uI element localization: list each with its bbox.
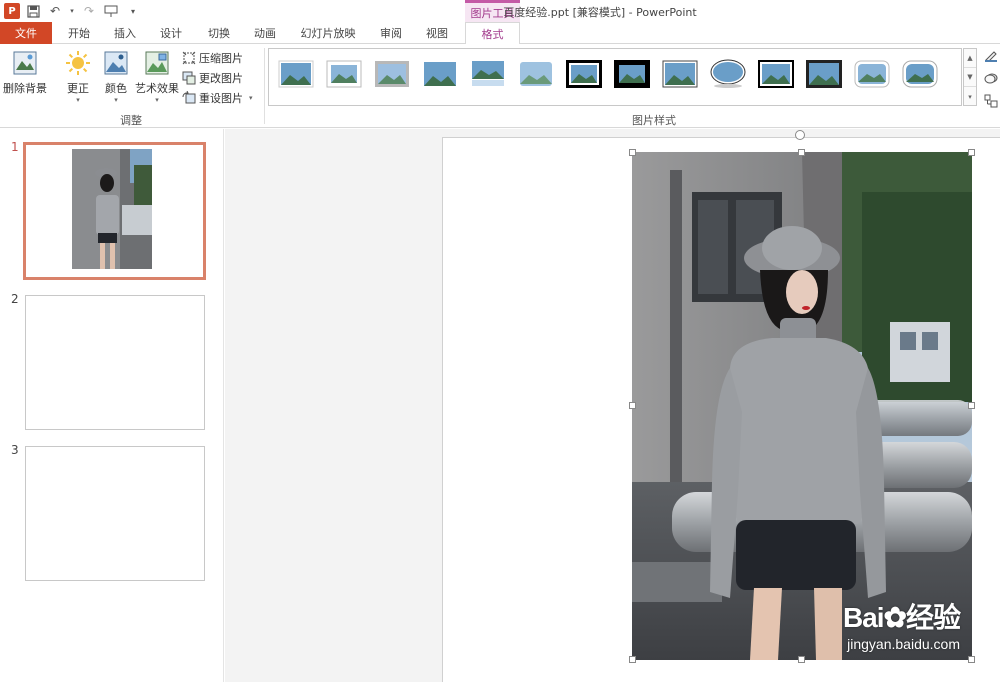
rotate-handle[interactable] — [795, 130, 805, 140]
slide-1-picture-thumbnail — [72, 149, 152, 269]
picture-border-tools — [982, 48, 1000, 111]
picture-style-soft-rounded[interactable] — [901, 59, 939, 89]
slide-number: 1 — [11, 140, 19, 154]
picture-style-soft-edge[interactable] — [517, 59, 555, 89]
slides-thumbnail-panel: 1 2 3 — [0, 129, 224, 682]
picture-style-thick-matte-black[interactable] — [613, 59, 651, 89]
picture-style-reflected[interactable] — [469, 59, 507, 89]
artistic-effects-icon — [142, 48, 172, 78]
picture-effects-icon[interactable] — [984, 71, 998, 88]
powerpoint-window: P ↶ ▾ ↷ ▾ 图片工具 百度经验.ppt [兼容模式] - PowerPo… — [0, 0, 1000, 682]
change-picture-icon — [182, 71, 196, 85]
tab-view[interactable]: 视图 — [418, 22, 456, 44]
resize-handle-bottom[interactable] — [798, 656, 805, 663]
paw-icon: ✿ — [883, 602, 907, 633]
picture-style-black-frame[interactable] — [757, 59, 795, 89]
compress-pictures-button[interactable]: 压缩图片 — [182, 49, 243, 67]
picture-styles-group-label: 图片样式 — [632, 114, 676, 127]
gallery-scroll-down-icon[interactable]: ▼ — [964, 68, 976, 87]
adjust-group-label: 调整 — [120, 114, 142, 127]
window-title: 百度经验.ppt [兼容模式] - PowerPoint — [503, 6, 697, 19]
resize-handle-left[interactable] — [629, 402, 636, 409]
compress-icon — [182, 51, 196, 65]
group-divider — [264, 48, 265, 124]
gallery-scroll: ▲ ▼ ▾ — [963, 48, 977, 106]
change-picture-label: 更改图片 — [199, 72, 243, 85]
reset-picture-button[interactable]: 重设图片 ▾ — [182, 89, 253, 107]
color-picture-icon — [101, 48, 131, 78]
reset-picture-label: 重设图片 — [199, 92, 243, 105]
picture-style-oval[interactable] — [709, 59, 747, 89]
baidu-watermark: Bai✿经验 jingyan.baidu.com — [842, 596, 961, 652]
resize-handle-top-left[interactable] — [629, 149, 636, 156]
picture-style-simple-frame-thin[interactable] — [661, 59, 699, 89]
slide-editing-area: Bai✿经验 jingyan.baidu.com — [225, 129, 1000, 682]
tab-file[interactable]: 文件 — [0, 22, 52, 44]
resize-handle-right[interactable] — [968, 402, 975, 409]
ribbon: 删除背景 更正 ▾ 颜色 ▾ 艺术效果 ▾ 压缩图片 更改图片 重设图片 ▾ 调… — [0, 44, 1000, 128]
baidu-brand-text: Bai — [842, 602, 885, 633]
selected-picture[interactable]: Bai✿经验 jingyan.baidu.com — [632, 152, 972, 660]
baidu-url: jingyan.baidu.com — [847, 636, 960, 652]
slide-thumbnail-3[interactable] — [25, 446, 205, 581]
remove-background-label: 删除背景 — [3, 82, 47, 95]
resize-handle-top[interactable] — [798, 149, 805, 156]
tab-design[interactable]: 设计 — [152, 22, 190, 44]
sun-icon — [63, 48, 93, 78]
photo-woman-in-gray-sweater — [632, 152, 972, 660]
reset-picture-icon — [182, 91, 196, 105]
slide-thumbnail-2[interactable] — [25, 295, 205, 430]
tab-slideshow[interactable]: 幻灯片放映 — [292, 22, 364, 44]
tab-format[interactable]: 格式 — [465, 22, 520, 45]
compress-pictures-label: 压缩图片 — [199, 52, 243, 65]
chevron-down-icon: ▾ — [155, 96, 159, 104]
baidu-logo: Bai✿经验 — [842, 596, 961, 636]
tab-home[interactable]: 开始 — [60, 22, 98, 44]
change-picture-button[interactable]: 更改图片 — [182, 69, 243, 87]
color-label: 颜色 — [105, 82, 127, 95]
picture-styles-gallery — [268, 48, 962, 106]
slide-number: 3 — [11, 443, 19, 457]
ribbon-tabs: 文件 开始 插入 设计 切换 动画 幻灯片放映 审阅 视图 格式 — [0, 22, 1000, 45]
remove-background-button[interactable]: 删除背景 — [3, 48, 47, 96]
picture-layout-icon[interactable] — [984, 94, 998, 111]
baidu-brand-cn-text: 经验 — [905, 602, 961, 633]
resize-handle-bottom-right[interactable] — [968, 656, 975, 663]
gallery-more-icon[interactable]: ▾ — [964, 87, 976, 106]
picture-style-double-frame-black[interactable] — [565, 59, 603, 89]
artistic-effects-label: 艺术效果 — [135, 82, 179, 95]
chevron-down-icon: ▾ — [76, 96, 80, 104]
chevron-down-icon: ▾ — [249, 94, 253, 102]
tab-animations[interactable]: 动画 — [246, 22, 284, 44]
resize-handle-bottom-left[interactable] — [629, 656, 636, 663]
chevron-down-icon: ▾ — [114, 96, 118, 104]
color-button[interactable]: 颜色 ▾ — [101, 48, 131, 104]
tab-insert[interactable]: 插入 — [106, 22, 144, 44]
title-bar: P ↶ ▾ ↷ ▾ 图片工具 百度经验.ppt [兼容模式] - PowerPo… — [0, 0, 1000, 22]
picture-style-beveled-matte[interactable] — [325, 59, 363, 89]
slide-number: 2 — [11, 292, 19, 306]
resize-handle-top-right[interactable] — [968, 149, 975, 156]
picture-style-rounded-rectangle[interactable] — [853, 59, 891, 89]
picture-border-icon[interactable] — [984, 48, 998, 65]
picture-style-drop-shadow[interactable] — [421, 59, 459, 89]
tab-transitions[interactable]: 切换 — [200, 22, 238, 44]
remove-background-icon — [10, 48, 40, 78]
corrections-label: 更正 — [67, 82, 89, 95]
picture-style-simple-frame-white[interactable] — [277, 59, 315, 89]
picture-style-metal-frame[interactable] — [373, 59, 411, 89]
corrections-button[interactable]: 更正 ▾ — [63, 48, 93, 104]
picture-style-compound-frame[interactable] — [805, 59, 843, 89]
tab-review[interactable]: 审阅 — [372, 22, 410, 44]
slide-thumbnail-1[interactable] — [23, 142, 206, 280]
artistic-effects-button[interactable]: 艺术效果 ▾ — [135, 48, 179, 104]
gallery-scroll-up-icon[interactable]: ▲ — [964, 49, 976, 68]
